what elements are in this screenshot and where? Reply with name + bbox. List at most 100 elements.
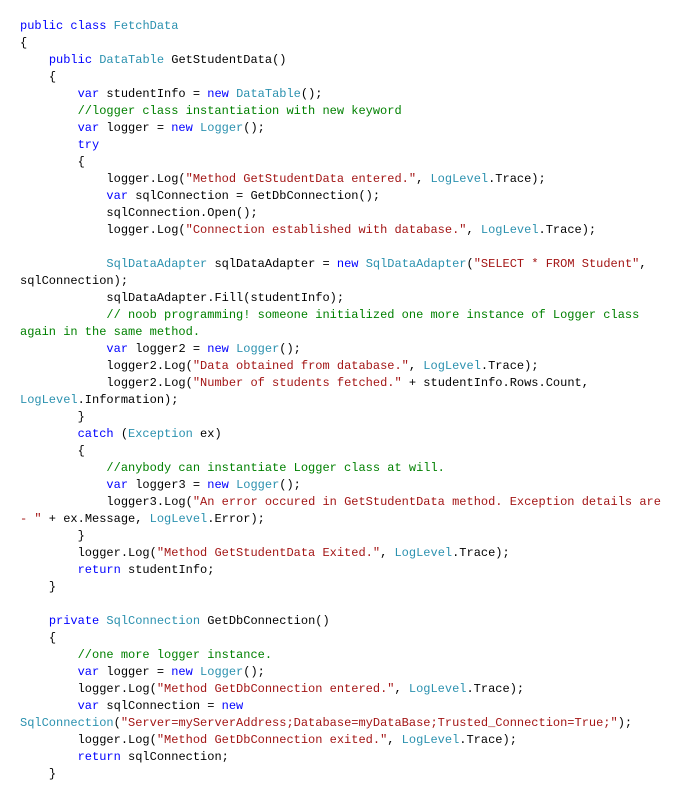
code-line: try <box>20 137 669 154</box>
code-token-pln: studentInfo = <box>106 87 208 101</box>
code-token-kw: new <box>207 478 237 492</box>
code-token-typ: LogLevel <box>430 172 489 186</box>
code-line: sqlDataAdapter.Fill(studentInfo); <box>20 290 669 307</box>
code-line: //anybody can instantiate Logger class a… <box>20 460 669 477</box>
code-token-str: "SELECT * FROM Student" <box>473 257 640 271</box>
code-token-str: "Method GetDbConnection exited." <box>156 733 388 747</box>
code-token-str: "Server=myServerAddress;Database=myDataB… <box>120 716 618 730</box>
code-line: var logger = new Logger(); <box>20 664 669 681</box>
code-token-pln: (); <box>279 342 301 356</box>
code-token-pln <box>20 461 106 475</box>
code-token-pln: logger.Log( <box>20 172 186 186</box>
code-token-kw: catch <box>77 427 121 441</box>
code-token-kw: private <box>48 614 107 628</box>
code-line: return studentInfo; <box>20 562 669 579</box>
code-token-pln: + studentInfo.Rows.Count, <box>401 376 597 390</box>
code-token-pln: , <box>408 359 424 373</box>
code-line: var sqlConnection = new SqlConnection("S… <box>20 698 669 732</box>
code-listing[interactable]: public class FetchData{ public DataTable… <box>0 12 673 783</box>
code-token-kw: return <box>77 563 129 577</box>
code-token-pln: logger2.Log( <box>20 359 193 373</box>
code-token-pln: logger.Log( <box>20 223 186 237</box>
code-token-pln: .Trace); <box>538 223 597 237</box>
code-token-pln: .Trace); <box>459 733 517 747</box>
code-token-pln: sqlConnection = GetDbConnection(); <box>135 189 381 203</box>
code-token-pln <box>20 478 106 492</box>
code-line: { <box>20 630 669 647</box>
code-token-kw: new <box>171 121 201 135</box>
code-token-kw: new <box>171 665 201 679</box>
code-token-pln <box>20 257 106 271</box>
code-token-pln: studentInfo; <box>128 563 215 577</box>
code-token-pln: { <box>20 444 85 458</box>
code-token-pln: .Trace); <box>466 682 525 696</box>
code-token-pln: .Trace); <box>452 546 510 560</box>
code-token-typ: LogLevel <box>394 546 453 560</box>
code-line: sqlConnection.Open(); <box>20 205 669 222</box>
code-token-pln: ( <box>120 427 129 441</box>
code-token-typ: LogLevel <box>408 682 467 696</box>
code-token-pln: ( <box>113 716 121 730</box>
code-token-pln: ex) <box>200 427 222 441</box>
code-token-pln: sqlConnection = <box>106 699 222 713</box>
code-token-typ: SqlConnection <box>20 716 114 730</box>
code-token-kw: var <box>106 189 136 203</box>
code-token-typ: LogLevel <box>423 359 481 373</box>
code-token-pln: ); <box>617 716 633 730</box>
code-line: // noob programming! someone initialized… <box>20 307 669 341</box>
code-token-typ: Logger <box>200 665 244 679</box>
code-line: logger2.Log("Data obtained from database… <box>20 358 669 375</box>
code-line: //one more logger instance. <box>20 647 669 664</box>
code-line: } <box>20 766 669 783</box>
code-line: } <box>20 579 669 596</box>
code-token-typ: FetchData <box>113 19 179 33</box>
code-token-str: "Number of students fetched." <box>192 376 402 390</box>
code-line: var logger = new Logger(); <box>20 120 669 137</box>
code-token-str: "Method GetStudentData entered." <box>185 172 417 186</box>
code-token-pln: (); <box>243 665 265 679</box>
code-token-typ: SqlDataAdapter <box>365 257 467 271</box>
code-token-pln: { <box>20 631 57 645</box>
code-token-pln <box>20 138 78 152</box>
code-token-pln: } <box>20 529 85 543</box>
code-line: logger.Log("Method GetStudentData Exited… <box>20 545 669 562</box>
code-token-pln: logger.Log( <box>20 733 157 747</box>
code-token-pln <box>20 308 106 322</box>
code-token-str: "Connection established with database." <box>185 223 467 237</box>
code-token-pln: logger3 = <box>135 478 208 492</box>
code-line: logger.Log("Connection established with … <box>20 222 669 239</box>
code-line: { <box>20 154 669 171</box>
code-token-kw: class <box>70 19 114 33</box>
code-token-pln <box>20 648 78 662</box>
code-line: { <box>20 69 669 86</box>
code-token-pln: GetDbConnection() <box>207 614 330 628</box>
code-token-pln <box>20 665 78 679</box>
code-token-kw: var <box>106 478 136 492</box>
code-line: { <box>20 35 669 52</box>
code-token-kw: new <box>221 699 251 713</box>
code-token-pln <box>20 614 49 628</box>
code-line: var logger3 = new Logger(); <box>20 477 669 494</box>
code-token-pln <box>20 342 106 356</box>
code-line: logger.Log("Method GetStudentData entere… <box>20 171 669 188</box>
code-line: } <box>20 409 669 426</box>
code-token-pln: logger3.Log( <box>20 495 193 509</box>
code-token-pln: (); <box>243 121 265 135</box>
code-token-pln: .Trace); <box>480 359 539 373</box>
code-token-pln: } <box>20 767 57 781</box>
code-token-pln: .Information); <box>77 393 179 407</box>
code-token-pln <box>20 189 106 203</box>
code-token-cmt: //logger class instantiation with new ke… <box>77 104 402 118</box>
code-token-pln: , <box>387 733 402 747</box>
code-token-pln: logger.Log( <box>20 546 157 560</box>
code-token-kw: var <box>106 342 136 356</box>
code-line: logger.Log("Method GetDbConnection exite… <box>20 732 669 749</box>
code-token-pln: , <box>466 223 481 237</box>
code-token-pln: .Trace); <box>488 172 546 186</box>
code-token-pln: GetStudentData() <box>171 53 287 67</box>
code-token-pln: + ex.Message, <box>41 512 150 526</box>
code-line: logger.Log("Method GetDbConnection enter… <box>20 681 669 698</box>
code-token-pln: (); <box>300 87 323 101</box>
